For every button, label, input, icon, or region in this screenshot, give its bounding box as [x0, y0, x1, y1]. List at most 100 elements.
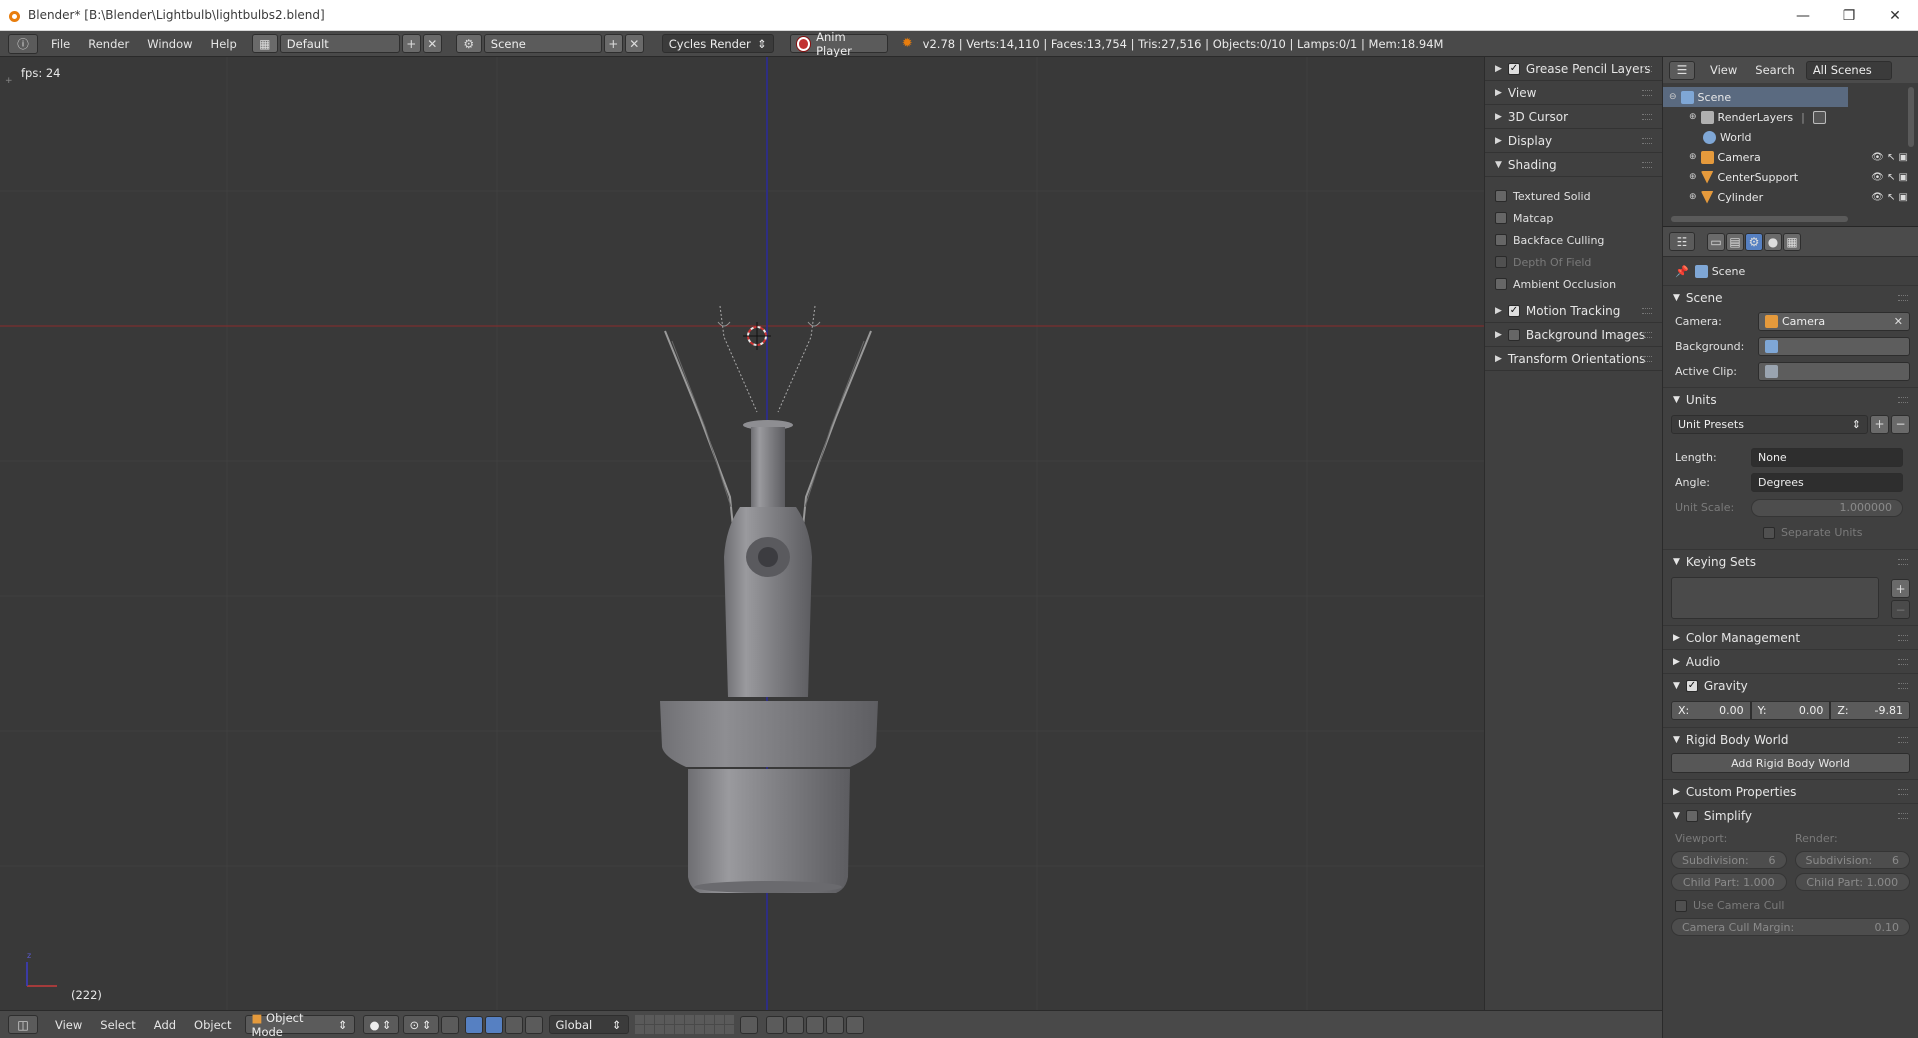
gravity-z-field[interactable]: Z: -9.81	[1830, 700, 1911, 720]
section-background-images[interactable]: ▶ Background Images	[1485, 323, 1662, 347]
scene-field[interactable]: Scene	[483, 34, 602, 53]
properties-editor-icon[interactable]: ☷	[1669, 232, 1695, 251]
outliner-filter-dropdown[interactable]: All Scenes	[1805, 60, 1892, 80]
viewport-shading-dropdown[interactable]: ● ⇕	[362, 1015, 399, 1034]
section-scene[interactable]: ▼ Scene	[1663, 285, 1918, 309]
length-dropdown[interactable]: None	[1751, 448, 1903, 467]
drag-handle-icon[interactable]	[1898, 559, 1908, 565]
drag-handle-icon[interactable]	[1642, 162, 1652, 168]
active-clip-field[interactable]	[1758, 362, 1910, 381]
visibility-toggles[interactable]: 👁 ↖ ▣	[1871, 172, 1908, 183]
manipulator-toggle-icon[interactable]	[464, 1015, 483, 1034]
drag-handle-icon[interactable]	[1898, 683, 1908, 689]
close-button[interactable]: ✕	[1872, 0, 1918, 31]
remove-preset-button[interactable]: −	[1891, 414, 1910, 434]
opengl-animation-icon[interactable]	[845, 1015, 864, 1034]
snap-element-icon[interactable]	[805, 1015, 824, 1034]
remove-layout-button[interactable]: ✕	[422, 34, 442, 53]
scene-tab-icon[interactable]: ⚙	[1745, 232, 1763, 251]
add-layout-button[interactable]: +	[401, 34, 421, 53]
gravity-y-field[interactable]: Y: 0.00	[1750, 700, 1831, 720]
drag-handle-icon[interactable]	[1642, 138, 1652, 144]
outliner-view-menu[interactable]: View	[1701, 63, 1746, 77]
drag-handle-icon[interactable]	[1642, 114, 1652, 120]
section-view[interactable]: ▶ View	[1485, 81, 1662, 105]
checkbox[interactable]	[1495, 234, 1507, 246]
outliner-item-cylinder[interactable]: ⊕ Cylinder 👁 ↖ ▣	[1663, 187, 1918, 207]
menu-add[interactable]: Add	[145, 1018, 185, 1032]
section-audio[interactable]: ▶ Audio	[1663, 649, 1918, 673]
gravity-checkbox[interactable]: ✓	[1685, 679, 1698, 692]
add-rigid-body-world-button[interactable]: Add Rigid Body World	[1671, 753, 1910, 773]
drag-handle-icon[interactable]	[1898, 737, 1908, 743]
visibility-toggles[interactable]: 👁 ↖ ▣	[1871, 152, 1908, 163]
drag-handle-icon[interactable]	[1898, 635, 1908, 641]
rotate-manipulator-icon[interactable]	[504, 1015, 523, 1034]
occlude-geometry-icon[interactable]	[440, 1015, 459, 1034]
section-3d-cursor[interactable]: ▶ 3D Cursor	[1485, 105, 1662, 129]
remove-scene-button[interactable]: ✕	[624, 34, 644, 53]
camera-field[interactable]: Camera ✕	[1758, 312, 1910, 331]
section-shading[interactable]: ▼ Shading	[1485, 153, 1662, 177]
drag-handle-icon[interactable]	[1642, 308, 1652, 314]
outliner-item-centersupport[interactable]: ⊕ CenterSupport 👁 ↖ ▣	[1663, 167, 1918, 187]
layer-buttons[interactable]	[634, 1015, 734, 1034]
outliner-item-renderlayers[interactable]: ⊕ RenderLayers |	[1663, 107, 1918, 127]
section-grease-pencil-layers[interactable]: ▶ ✓ Grease Pencil Layers	[1485, 57, 1662, 81]
3d-view-editor-icon[interactable]: ◫	[8, 1015, 38, 1034]
transform-orientation-dropdown[interactable]: Global ⇕	[548, 1015, 629, 1034]
drag-handle-icon[interactable]	[1898, 659, 1908, 665]
mode-dropdown[interactable]: ■ Object Mode ⇕	[244, 1011, 355, 1038]
snap-toggle-icon[interactable]	[785, 1015, 804, 1034]
layout-grid-icon[interactable]: ▦	[251, 34, 278, 53]
pin-icon[interactable]: 📌	[1675, 265, 1689, 278]
menu-select[interactable]: Select	[91, 1018, 144, 1032]
angle-dropdown[interactable]: Degrees	[1751, 473, 1903, 492]
option-textured-solid[interactable]: Textured Solid	[1485, 185, 1662, 207]
render-tab-icon[interactable]: ▭	[1707, 232, 1725, 251]
section-transform-orientations[interactable]: ▶ Transform Orientations	[1485, 347, 1662, 371]
checkbox[interactable]	[1495, 190, 1507, 202]
outliner-item-scene[interactable]: ⊖ Scene	[1663, 87, 1848, 107]
motion-tracking-checkbox[interactable]: ✓	[1507, 304, 1520, 317]
section-display[interactable]: ▶ Display	[1485, 129, 1662, 153]
section-simplify[interactable]: ▼ Simplify	[1663, 803, 1918, 827]
drag-handle-icon[interactable]	[1642, 66, 1652, 72]
drag-handle-icon[interactable]	[1642, 90, 1652, 96]
anim-player-button[interactable]: Anim Player	[789, 30, 888, 58]
gravity-x-field[interactable]: X: 0.00	[1671, 700, 1751, 720]
menu-help[interactable]: Help	[202, 37, 246, 51]
section-gravity[interactable]: ▼ ✓ Gravity	[1663, 673, 1918, 697]
section-keying-sets[interactable]: ▼ Keying Sets	[1663, 549, 1918, 573]
section-rigid-body-world[interactable]: ▼ Rigid Body World	[1663, 727, 1918, 751]
world-tab-icon[interactable]: ●	[1764, 232, 1782, 251]
renderlayers-tab-icon[interactable]: ▤	[1726, 232, 1744, 251]
grease-pencil-checkbox[interactable]: ✓	[1507, 62, 1520, 75]
option-matcap[interactable]: Matcap	[1485, 207, 1662, 229]
drag-handle-icon[interactable]	[1898, 813, 1908, 819]
outliner-item-world[interactable]: World	[1663, 127, 1918, 147]
add-keying-set-button[interactable]: +	[1891, 579, 1910, 598]
render-engine-dropdown[interactable]: Cycles Render ⇕	[661, 34, 774, 53]
drag-handle-icon[interactable]	[1898, 397, 1908, 403]
option-ambient-occlusion[interactable]: Ambient Occlusion	[1485, 273, 1662, 295]
outliner-editor-icon[interactable]: ☰	[1669, 60, 1695, 80]
drag-handle-icon[interactable]	[1642, 356, 1652, 362]
outliner-item-camera[interactable]: ⊕ Camera 👁 ↖ ▣	[1663, 147, 1918, 167]
drag-handle-icon[interactable]	[1898, 789, 1908, 795]
background-field[interactable]	[1758, 337, 1910, 356]
layout-field[interactable]: Default	[279, 34, 400, 53]
menu-window[interactable]: Window	[138, 37, 201, 51]
drag-handle-icon[interactable]	[1642, 332, 1652, 338]
outliner-vertical-scrollbar[interactable]	[1908, 87, 1914, 147]
minimize-button[interactable]: —	[1780, 0, 1826, 31]
simplify-checkbox[interactable]	[1685, 809, 1698, 822]
section-color-management[interactable]: ▶ Color Management	[1663, 625, 1918, 649]
add-scene-button[interactable]: +	[603, 34, 623, 53]
checkbox[interactable]	[1495, 278, 1507, 290]
translate-manipulator-icon[interactable]	[484, 1015, 503, 1034]
outliner-horizontal-scrollbar[interactable]	[1671, 216, 1848, 222]
opengl-render-icon[interactable]	[825, 1015, 844, 1034]
clear-camera-icon[interactable]: ✕	[1894, 315, 1903, 328]
option-backface-culling[interactable]: Backface Culling	[1485, 229, 1662, 251]
